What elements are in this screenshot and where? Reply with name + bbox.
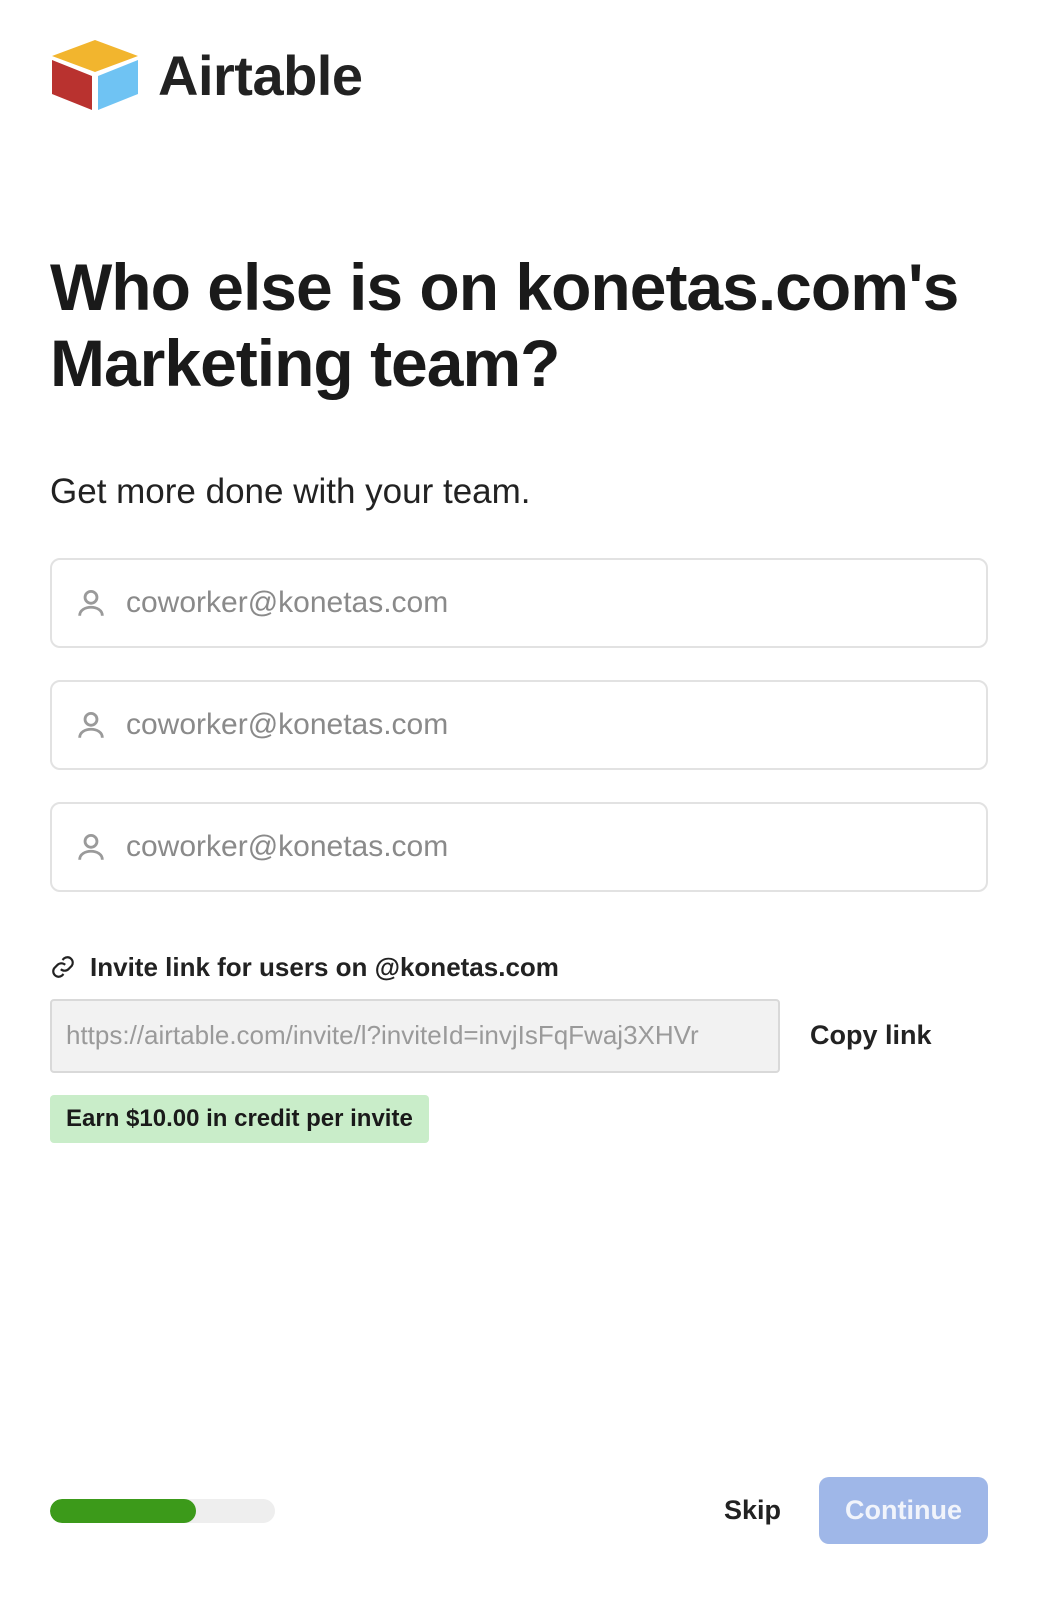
airtable-logo-icon [50,40,140,110]
invite-link-label: Invite link for users on @konetas.com [90,952,559,983]
page-subtitle: Get more done with your team. [50,472,988,512]
brand-logo: Airtable [50,40,988,110]
continue-button[interactable]: Continue [819,1477,988,1544]
invite-link-input[interactable] [66,1020,764,1051]
copy-link-button[interactable]: Copy link [810,1020,932,1051]
email-input-3[interactable] [126,830,964,864]
link-icon [50,954,76,980]
email-field-3[interactable] [50,802,988,892]
invite-link-box[interactable] [50,999,780,1073]
email-input-2[interactable] [126,708,964,742]
progress-bar [50,1499,275,1523]
page-title: Who else is on konetas.com's Marketing t… [50,250,988,402]
email-field-2[interactable] [50,680,988,770]
brand-name: Airtable [158,43,363,108]
progress-fill [50,1499,196,1523]
email-input-1[interactable] [126,586,964,620]
credit-badge: Earn $10.00 in credit per invite [50,1095,429,1143]
email-field-1[interactable] [50,558,988,648]
person-icon [74,586,108,620]
person-icon [74,830,108,864]
person-icon [74,708,108,742]
skip-button[interactable]: Skip [724,1495,781,1526]
